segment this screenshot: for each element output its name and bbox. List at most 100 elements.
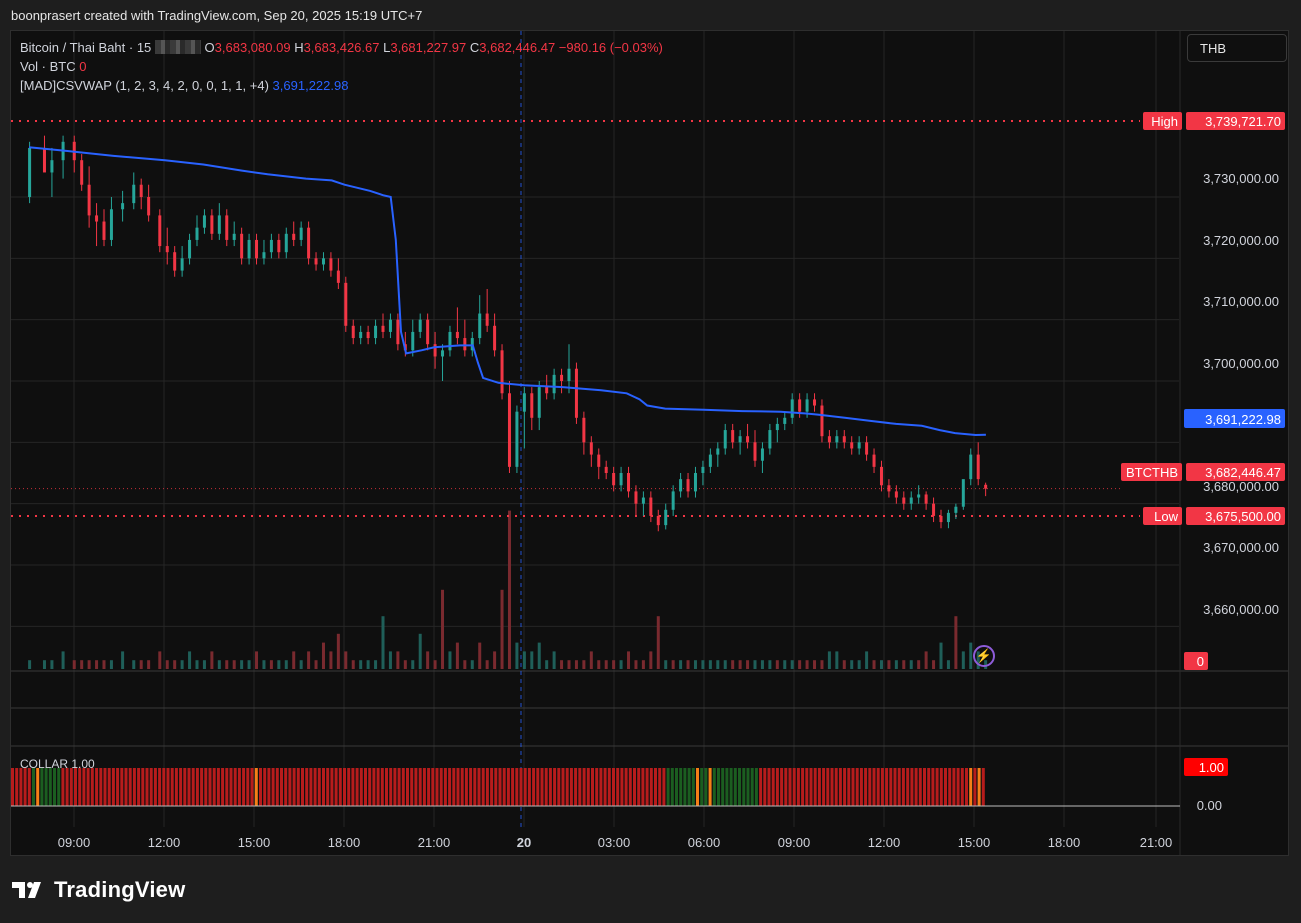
volume-bar <box>827 651 831 669</box>
collar-bar <box>553 768 557 806</box>
collar-bar <box>771 768 775 806</box>
collar-bar <box>834 768 838 806</box>
collar-bar <box>738 768 741 806</box>
symbol-name[interactable]: Bitcoin / Thai Baht · 15 <box>20 40 151 55</box>
collar-bar <box>481 768 485 806</box>
collar-bar <box>389 768 393 806</box>
volume-bar <box>969 642 973 669</box>
collar-bar <box>284 768 288 806</box>
collar-bar <box>242 768 246 806</box>
vwap-legend: [MAD]CSVWAP (1, 2, 3, 4, 2, 0, 0, 1, 1, … <box>20 78 348 93</box>
collar-bar <box>460 768 464 806</box>
volume-bar <box>403 660 407 669</box>
vwap-label[interactable]: [MAD]CSVWAP (1, 2, 3, 4, 2, 0, 0, 1, 1, … <box>20 78 269 93</box>
candle-body <box>954 506 958 513</box>
candle-body <box>329 258 333 271</box>
collar-bar <box>591 768 594 806</box>
collar-bar <box>679 768 683 806</box>
collar-bar <box>250 768 254 806</box>
collar-bar <box>364 768 367 806</box>
candle-body <box>723 430 727 449</box>
candle-body <box>388 319 392 332</box>
price-axis-label: 3,710,000.00 <box>1203 294 1279 309</box>
collar-bar <box>216 768 220 806</box>
collar-bar <box>805 768 809 806</box>
price-chart[interactable]: 3,730,000.00 3,720,000.00 3,710,000.00 3,70… <box>0 0 1301 923</box>
collar-bar <box>406 768 409 806</box>
tradingview-logo[interactable]: TradingView <box>12 877 185 903</box>
candle-body <box>961 479 965 507</box>
time-axis-label: 09:00 <box>58 835 91 850</box>
candle-body <box>827 436 831 443</box>
volume-bar <box>604 660 608 669</box>
volume-bar <box>299 660 303 669</box>
collar-bar <box>603 768 607 806</box>
collar-bar <box>712 768 716 806</box>
collar-bar <box>107 768 111 806</box>
collar-bar <box>561 768 565 806</box>
collar-bar <box>796 768 800 806</box>
volume-bar <box>679 660 683 669</box>
time-axis-label: 12:00 <box>148 835 181 850</box>
candle-body <box>522 393 526 412</box>
candle-body <box>217 215 221 234</box>
collar-bar <box>880 768 884 806</box>
candle-body <box>917 494 921 498</box>
candle-body <box>879 466 883 486</box>
collar-bar <box>687 768 691 806</box>
collar-bar <box>456 768 460 806</box>
collar-bar <box>179 768 183 806</box>
collar-label[interactable]: COLLAR <box>20 757 68 771</box>
collar-bar <box>338 768 342 806</box>
collar-bar <box>53 768 56 806</box>
collar-bar <box>775 768 779 806</box>
collar-bar <box>792 768 796 806</box>
collar-bar <box>502 768 506 806</box>
collar-bar <box>565 768 569 806</box>
candle-body <box>374 325 378 339</box>
collar-bar <box>132 768 136 806</box>
candle-body <box>760 448 764 461</box>
collar-bar <box>485 768 489 806</box>
collar-bar <box>233 768 237 806</box>
collar-bar <box>162 768 166 806</box>
time-axis-label: 06:00 <box>688 835 721 850</box>
volume-bar <box>240 660 244 669</box>
collar-bar <box>48 768 52 806</box>
collar-legend: COLLAR 1.00 <box>20 757 95 771</box>
volume-bar <box>202 660 206 669</box>
collar-bar <box>813 768 817 806</box>
price-axis-label: 3,720,000.00 <box>1203 233 1279 248</box>
candle-body <box>433 344 437 357</box>
collar-bar <box>204 768 208 806</box>
volume-label[interactable]: Vol · BTC <box>20 59 76 74</box>
volume-bar <box>835 651 839 669</box>
time-axis-label: 18:00 <box>328 835 361 850</box>
volume-bar <box>932 660 936 669</box>
brand-name: TradingView <box>54 877 186 902</box>
volume-bar <box>701 660 705 669</box>
currency-selector[interactable]: THB <box>1187 34 1287 62</box>
candle-body <box>768 430 772 449</box>
collar-bar <box>40 768 44 806</box>
volume-bar <box>879 660 883 669</box>
volume-bar <box>954 616 958 669</box>
collar-bar <box>506 768 510 806</box>
candle-body <box>604 466 608 473</box>
lightning-icon[interactable]: ⚡ <box>973 645 995 667</box>
collar-bar <box>65 768 69 806</box>
collar-bar <box>683 768 687 806</box>
collar-bar <box>494 768 498 806</box>
candle-body <box>50 160 54 173</box>
volume-bar <box>109 660 113 669</box>
candle-body <box>627 473 631 492</box>
candle-body <box>165 246 169 253</box>
collar-bar <box>906 768 910 806</box>
volume-bar <box>872 660 876 669</box>
volume-bar <box>165 660 169 669</box>
collar-bar <box>74 768 77 806</box>
collar-bar <box>275 768 279 806</box>
volume-bar <box>582 660 586 669</box>
collar-bar <box>414 768 418 806</box>
volume-bar <box>820 660 824 669</box>
